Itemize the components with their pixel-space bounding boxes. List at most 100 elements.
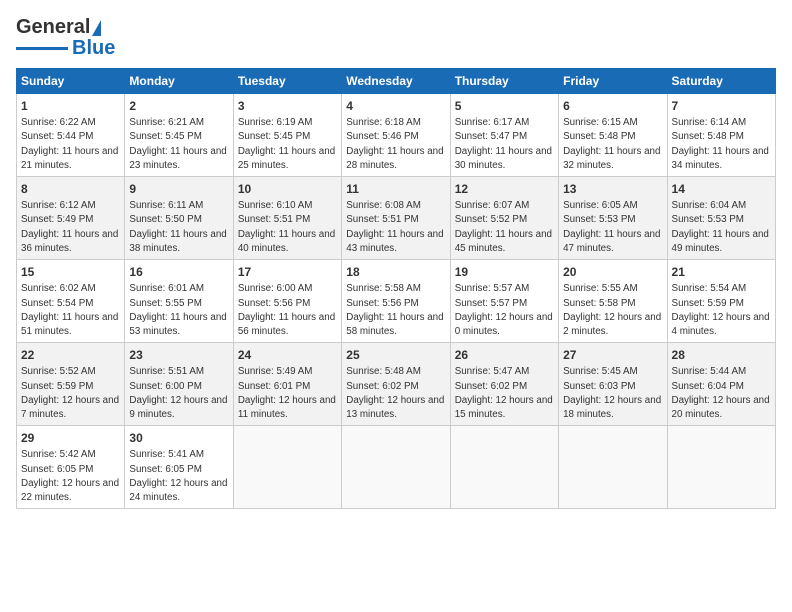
- sunrise-info: Sunrise: 6:05 AM: [563, 200, 638, 211]
- day-number: 27: [563, 347, 662, 363]
- sunset-info: Sunset: 5:56 PM: [238, 298, 310, 309]
- daylight-info: Daylight: 11 hours and 40 minutes.: [238, 229, 335, 254]
- daylight-info: Daylight: 12 hours and 4 minutes.: [672, 312, 770, 337]
- daylight-info: Daylight: 12 hours and 2 minutes.: [563, 312, 661, 337]
- sunrise-info: Sunrise: 6:14 AM: [672, 117, 747, 128]
- calendar-cell: 22Sunrise: 5:52 AMSunset: 5:59 PMDayligh…: [17, 343, 125, 426]
- calendar-cell: [559, 426, 667, 509]
- calendar-cell: 11Sunrise: 6:08 AMSunset: 5:51 PMDayligh…: [342, 177, 450, 260]
- weekday-header-saturday: Saturday: [667, 69, 775, 94]
- calendar-cell: 26Sunrise: 5:47 AMSunset: 6:02 PMDayligh…: [450, 343, 558, 426]
- calendar-cell: [342, 426, 450, 509]
- calendar-cell: 20Sunrise: 5:55 AMSunset: 5:58 PMDayligh…: [559, 260, 667, 343]
- sunset-info: Sunset: 5:54 PM: [21, 298, 93, 309]
- sunrise-info: Sunrise: 5:48 AM: [346, 366, 421, 377]
- sunrise-info: Sunrise: 5:52 AM: [21, 366, 96, 377]
- daylight-info: Daylight: 12 hours and 9 minutes.: [129, 395, 227, 420]
- sunset-info: Sunset: 6:05 PM: [129, 464, 201, 475]
- calendar-cell: 2 Sunrise: 6:21 AM Sunset: 5:45 PM Daylight…: [125, 94, 233, 177]
- sunrise-info: Sunrise: 5:57 AM: [455, 283, 530, 294]
- daylight-info: Daylight: 11 hours and 47 minutes.: [563, 229, 660, 254]
- sunset-info: Sunset: 5:50 PM: [129, 214, 201, 225]
- calendar-cell: 3Sunrise: 6:19 AMSunset: 5:45 PMDaylight…: [233, 94, 341, 177]
- logo: General Blue: [16, 16, 115, 60]
- sunrise-info: Sunrise: 6:21 AM: [129, 117, 204, 128]
- sunset-info: Sunset: 5:47 PM: [455, 131, 527, 142]
- sunset-info: Sunset: 5:53 PM: [563, 214, 635, 225]
- sunset-info: Sunset: 5:48 PM: [563, 131, 635, 142]
- calendar-cell: 30Sunrise: 5:41 AMSunset: 6:05 PMDayligh…: [125, 426, 233, 509]
- calendar-cell: 10Sunrise: 6:10 AMSunset: 5:51 PMDayligh…: [233, 177, 341, 260]
- daylight-info: Daylight: 11 hours and 23 minutes.: [129, 146, 226, 171]
- daylight-info: Daylight: 11 hours and 45 minutes.: [455, 229, 552, 254]
- calendar-cell: 7Sunrise: 6:14 AMSunset: 5:48 PMDaylight…: [667, 94, 775, 177]
- sunset-info: Sunset: 5:56 PM: [346, 298, 418, 309]
- calendar-cell: 4Sunrise: 6:18 AMSunset: 5:46 PMDaylight…: [342, 94, 450, 177]
- daylight-info: Daylight: 11 hours and 51 minutes.: [21, 312, 118, 337]
- sunset-info: Sunset: 5:44 PM: [21, 131, 93, 142]
- daylight-info: Daylight: 12 hours and 22 minutes.: [21, 478, 119, 503]
- sunset-info: Sunset: 6:02 PM: [346, 381, 418, 392]
- logo-line-icon: [16, 47, 68, 50]
- day-number: 4: [346, 98, 445, 114]
- sunrise-info: Sunrise: 5:49 AM: [238, 366, 313, 377]
- sunrise-info: Sunrise: 5:51 AM: [129, 366, 204, 377]
- calendar-cell: 15Sunrise: 6:02 AMSunset: 5:54 PMDayligh…: [17, 260, 125, 343]
- page-header: General Blue: [16, 16, 776, 60]
- sunset-info: Sunset: 5:45 PM: [129, 131, 201, 142]
- weekday-header-friday: Friday: [559, 69, 667, 94]
- calendar-cell: 19Sunrise: 5:57 AMSunset: 5:57 PMDayligh…: [450, 260, 558, 343]
- sunrise-info: Sunrise: 6:08 AM: [346, 200, 421, 211]
- logo-blue: Blue: [72, 37, 115, 60]
- sunrise-info: Sunrise: 6:11 AM: [129, 200, 203, 211]
- sunrise-info: Sunrise: 6:02 AM: [21, 283, 96, 294]
- weekday-row: SundayMondayTuesdayWednesdayThursdayFrid…: [17, 69, 776, 94]
- sunrise-info: Sunrise: 5:44 AM: [672, 366, 747, 377]
- day-number: 30: [129, 430, 228, 446]
- day-number: 24: [238, 347, 337, 363]
- sunrise-info: Sunrise: 5:45 AM: [563, 366, 638, 377]
- daylight-info: Daylight: 11 hours and 53 minutes.: [129, 312, 226, 337]
- calendar-cell: 14Sunrise: 6:04 AMSunset: 5:53 PMDayligh…: [667, 177, 775, 260]
- sunrise-info: Sunrise: 6:17 AM: [455, 117, 530, 128]
- sunrise-info: Sunrise: 5:55 AM: [563, 283, 638, 294]
- sunrise-info: Sunrise: 5:42 AM: [21, 449, 96, 460]
- sunrise-info: Sunrise: 5:54 AM: [672, 283, 747, 294]
- calendar-cell: 6Sunrise: 6:15 AMSunset: 5:48 PMDaylight…: [559, 94, 667, 177]
- calendar-cell: 16Sunrise: 6:01 AMSunset: 5:55 PMDayligh…: [125, 260, 233, 343]
- daylight-info: Daylight: 11 hours and 58 minutes.: [346, 312, 443, 337]
- sunset-info: Sunset: 5:51 PM: [346, 214, 418, 225]
- day-number: 13: [563, 181, 662, 197]
- week-row-2: 8Sunrise: 6:12 AMSunset: 5:49 PMDaylight…: [17, 177, 776, 260]
- calendar-cell: 18Sunrise: 5:58 AMSunset: 5:56 PMDayligh…: [342, 260, 450, 343]
- daylight-info: Daylight: 12 hours and 7 minutes.: [21, 395, 119, 420]
- day-number: 7: [672, 98, 771, 114]
- daylight-info: Daylight: 11 hours and 21 minutes.: [21, 146, 118, 171]
- daylight-info: Daylight: 11 hours and 56 minutes.: [238, 312, 335, 337]
- weekday-header-wednesday: Wednesday: [342, 69, 450, 94]
- sunset-info: Sunset: 6:05 PM: [21, 464, 93, 475]
- sunset-info: Sunset: 5:58 PM: [563, 298, 635, 309]
- calendar-cell: 27Sunrise: 5:45 AMSunset: 6:03 PMDayligh…: [559, 343, 667, 426]
- calendar-cell: [667, 426, 775, 509]
- sunset-info: Sunset: 5:51 PM: [238, 214, 310, 225]
- sunrise-info: Sunrise: 6:19 AM: [238, 117, 313, 128]
- day-number: 5: [455, 98, 554, 114]
- sunset-info: Sunset: 6:00 PM: [129, 381, 201, 392]
- calendar-cell: 23Sunrise: 5:51 AMSunset: 6:00 PMDayligh…: [125, 343, 233, 426]
- sunrise-info: Sunrise: 6:15 AM: [563, 117, 638, 128]
- sunset-info: Sunset: 5:53 PM: [672, 214, 744, 225]
- sunrise-info: Sunrise: 6:10 AM: [238, 200, 313, 211]
- day-number: 18: [346, 264, 445, 280]
- sunrise-info: Sunrise: 6:12 AM: [21, 200, 96, 211]
- calendar-cell: 24Sunrise: 5:49 AMSunset: 6:01 PMDayligh…: [233, 343, 341, 426]
- day-number: 2: [129, 98, 228, 114]
- calendar-cell: 17Sunrise: 6:00 AMSunset: 5:56 PMDayligh…: [233, 260, 341, 343]
- calendar-cell: 12Sunrise: 6:07 AMSunset: 5:52 PMDayligh…: [450, 177, 558, 260]
- calendar-body: 1Sunrise: 6:22 AMSunset: 5:44 PMDaylight…: [17, 94, 776, 509]
- day-number: 3: [238, 98, 337, 114]
- daylight-info: Daylight: 11 hours and 25 minutes.: [238, 146, 335, 171]
- calendar-cell: 5Sunrise: 6:17 AMSunset: 5:47 PMDaylight…: [450, 94, 558, 177]
- calendar-table: SundayMondayTuesdayWednesdayThursdayFrid…: [16, 68, 776, 509]
- day-number: 16: [129, 264, 228, 280]
